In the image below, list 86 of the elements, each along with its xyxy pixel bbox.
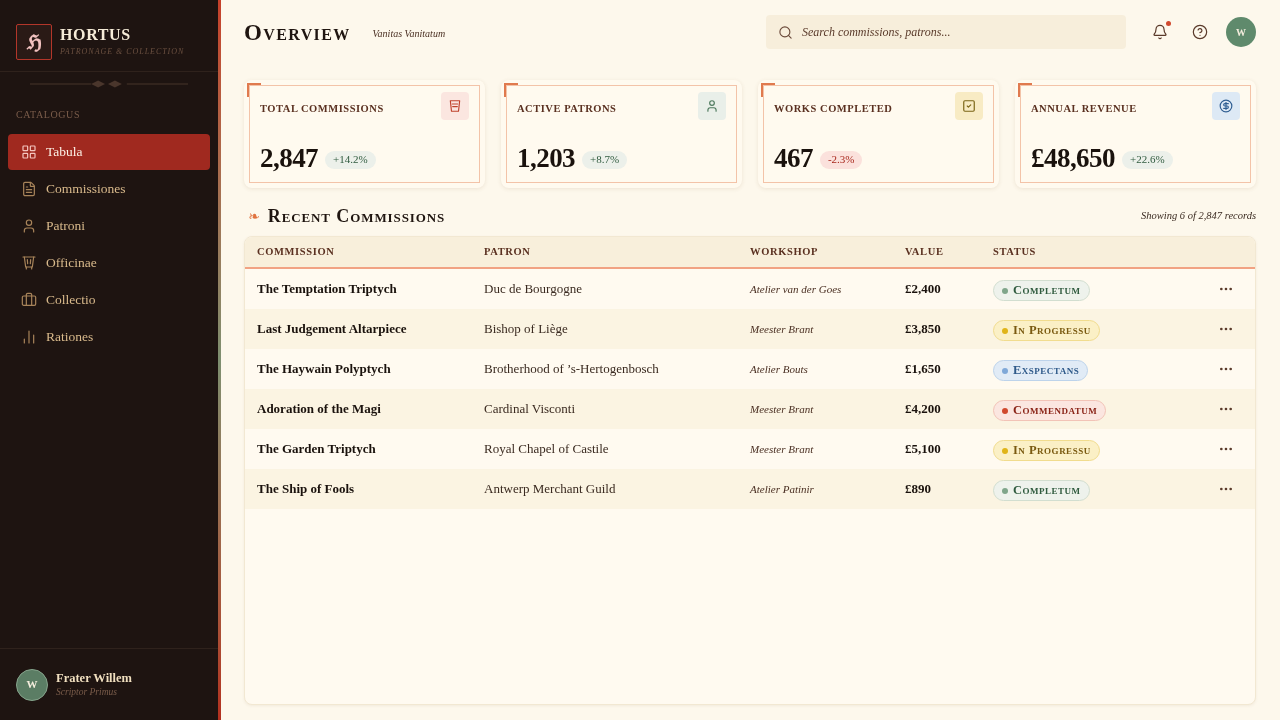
corner-bracket-icon [247,83,261,97]
status-pill: In Progressu [993,440,1100,462]
value-cell-text: £3,850 [905,320,941,339]
user-role: Scriptor Primus [56,685,118,699]
stat-change: -2.3% [819,150,863,169]
status-pill: Completum [993,480,1090,502]
patron-cell-text: Brotherhood of ’s-Hertogenbosch [484,360,659,379]
stat-label: TOTAL COMMISSIONS [260,103,384,115]
commission-cell-text: The Garden Triptych [257,440,376,459]
cup-icon [441,92,469,120]
value-cell-text: £5,100 [905,440,941,459]
commission-cell-text: Last Judgement Altarpiece [257,320,407,339]
diamond-ornament-icon [30,79,188,89]
value-cell-text: £890 [905,480,931,499]
patron-cell-text: Royal Chapel of Castile [484,440,609,459]
workshop-cell-text: Meester Brant [750,441,814,457]
stat-label: ANNUAL REVENUE [1031,103,1137,115]
person-icon [698,92,726,120]
user-name: Frater Willem [56,670,133,686]
notifications-button[interactable] [1152,24,1168,40]
workshop-cell-text: Meester Brant [750,321,814,337]
commission-cell-text: The Ship of Fools [257,480,355,499]
column-header: PATRON [484,245,531,260]
stat-value: 1,203 [517,143,576,173]
checkbox-icon [955,92,983,120]
sidebar-item[interactable]: Collectio [8,282,210,318]
app-logo: ℌ [16,24,52,60]
patron-cell-text: Duc de Bourgogne [484,280,582,299]
corner-bracket-icon [761,83,775,97]
search-icon [778,25,793,40]
app-tagline: PATRONAGE & COLLECTION [60,46,185,58]
fleuron-icon: ❧ [248,209,260,223]
sidebar-item[interactable]: Commissiones [8,171,210,207]
corner-bracket-icon [1018,83,1032,97]
patron-cell-text: Antwerp Merchant Guild [484,480,616,499]
coin-icon [1212,92,1240,120]
workshop-cell-text: Atelier Bouts [750,361,808,377]
basket-icon [21,255,37,271]
page-title: Overview [244,20,351,44]
search-field[interactable]: Search commissions, patrons... [766,15,1126,49]
stat-value: 467 [774,143,813,173]
user-avatar: W [16,668,48,701]
stat-value: £48,650 [1031,143,1115,173]
sidebar-item[interactable]: Tabula [8,134,210,170]
grid-icon [21,144,37,160]
section-title: Recent Commissions [267,207,446,225]
workshop-cell-text: Meester Brant [750,401,814,417]
column-header: VALUE [905,245,944,260]
briefcase-icon [21,292,37,308]
stat-change: +22.6% [1122,150,1173,169]
sidebar-item[interactable]: Rationes [8,319,210,355]
status-pill: In Progressu [993,320,1100,342]
bar-chart-icon [21,329,37,345]
section-label: CATALOGUS [15,109,82,121]
status-pill: Commendatum [993,400,1107,422]
bell-icon [1152,24,1168,40]
stat-label: ACTIVE PATRONS [517,103,617,115]
patron-cell-text: Cardinal Visconti [484,400,576,419]
column-header: WORKSHOP [750,245,819,260]
stat-change: +8.7% [582,150,628,169]
workshop-cell-text: Atelier Patinir [750,481,814,497]
corner-bracket-icon [504,83,518,97]
stat-value: 2,847 [260,143,319,173]
app-title: HORTUS [60,26,132,44]
sidebar-item[interactable]: Officinae [8,245,210,281]
patron-cell-text: Bishop of Liège [484,320,568,339]
workshop-cell-text: Atelier van der Goes [750,281,842,297]
value-cell-text: £1,650 [905,360,941,379]
commission-cell-text: The Temptation Triptych [257,280,397,299]
column-header: COMMISSION [257,245,335,260]
help-icon [1192,24,1208,40]
document-icon [21,181,37,197]
sidebar-item[interactable]: Patroni [8,208,210,244]
stat-change: +14.2% [325,150,376,169]
column-header: STATUS [993,245,1037,260]
value-cell-text: £4,200 [905,400,941,419]
commission-cell-text: The Haywain Polyptych [257,360,391,379]
stat-label: WORKS COMPLETED [774,103,893,115]
value-cell-text: £2,400 [905,280,941,299]
status-pill: Exspectans [993,360,1089,382]
status-pill: Completum [993,280,1090,302]
person-icon [21,218,37,234]
commission-cell-text: Adoration of the Magi [257,400,381,419]
record-count: Showing 6 of 2,847 records [1141,209,1256,224]
page-subtitle: Vanitas Vanitatum [372,26,446,41]
help-button[interactable] [1192,24,1208,40]
